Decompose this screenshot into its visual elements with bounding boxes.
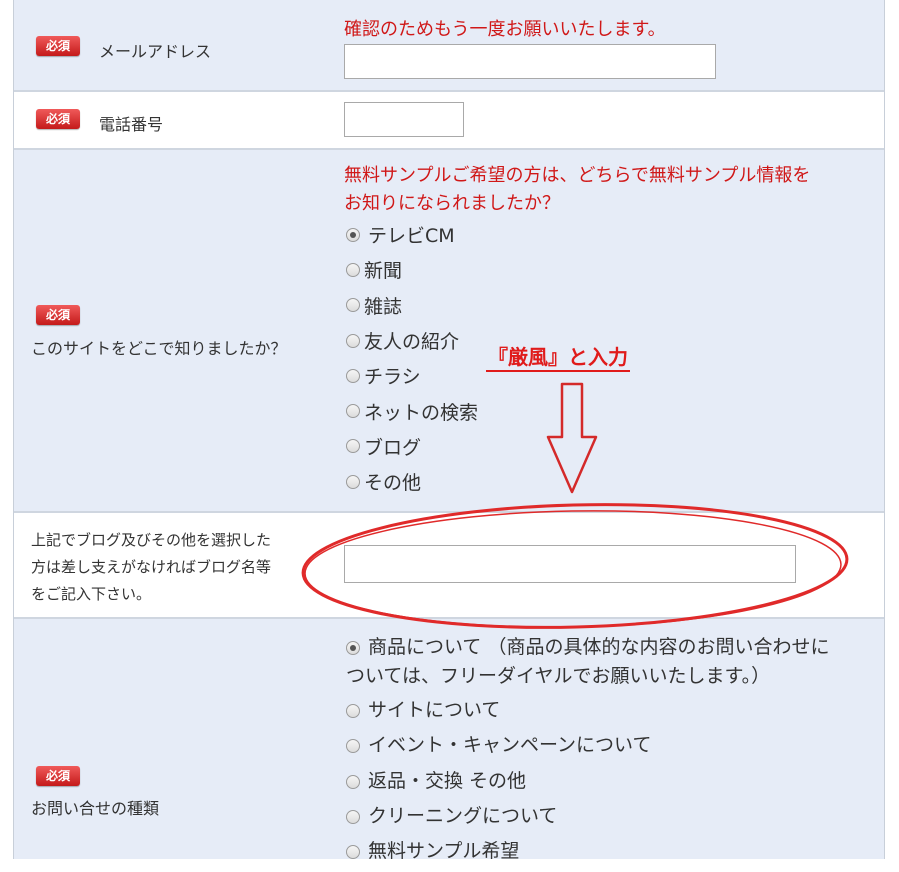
source-note-line2: お知りになられましたか？ [344,193,560,214]
source-option-label: 雑誌 [364,295,403,318]
source-note-line1: 無料サンプルご希望の方は、どちらで無料サンプル情報を [344,165,811,186]
source-option-flyer[interactable]: チラシ [346,358,478,393]
inquiry-option-label-line: 商品について （商品の具体的な内容のお問い合わせに [368,636,830,658]
annotation-label: 『厳風』と入力 [486,344,630,372]
inquiry-option-free-sample[interactable]: 無料サンプル希望 [346,837,829,872]
required-badge: 必須 [36,766,80,786]
inquiry-radio-group: 商品について （商品の具体的な内容のお問い合わせに ついては、フリーダイヤルでお… [346,633,829,872]
source-label: このサイトをどこで知りましたか？ [31,339,287,358]
source-option-label: ブログ [364,436,422,459]
source-option-label: 新聞 [364,260,403,283]
source-option-label: テレビCM [368,225,455,248]
blog-label-line: 上記でブログ及びその他を選択した [31,531,272,549]
source-option-other[interactable]: その他 [346,464,478,499]
blog-row: 上記でブログ及びその他を選択した 方は差し支えがなければブログ名等 をご記入下さ… [14,513,884,619]
radio-selected-icon[interactable] [346,227,360,242]
inquiry-option-return[interactable]: 返品・交換 その他 [346,767,829,802]
source-radio-group: テレビCM 新聞 雑誌 友人の紹介 チラシ ネットの検索 ブログ その他 [346,217,478,499]
radio-icon[interactable] [346,404,360,419]
source-option-label: ネットの検索 [364,401,479,424]
radio-icon[interactable] [346,298,360,313]
radio-icon[interactable] [346,739,360,754]
inquiry-option-label: 返品・交換 その他 [368,769,527,792]
inquiry-option-label: サイトについて [368,699,501,721]
source-option-friend[interactable]: 友人の紹介 [346,323,478,358]
inquiry-option-label: 無料サンプル希望 [368,840,520,863]
source-option-magazine[interactable]: 雑誌 [346,288,478,323]
radio-icon[interactable] [346,368,360,383]
inquiry-option-site[interactable]: サイトについて [346,696,829,731]
email-row: 必須 メールアドレス 確認のためもう一度お願いいたします。 [14,0,884,92]
inquiry-option-event[interactable]: イベント・キャンペーンについて [346,731,829,766]
email-label: メールアドレス [99,42,212,61]
contact-form: 必須 メールアドレス 確認のためもう一度お願いいたします。 必須 電話番号 必須… [13,0,885,862]
radio-icon[interactable] [346,774,360,789]
radio-icon[interactable] [346,809,360,824]
source-row: 必須 このサイトをどこで知りましたか？ 無料サンプルご希望の方は、どちらで無料サ… [14,150,884,513]
radio-icon[interactable] [346,474,360,489]
inquiry-row: 必須 お問い合せの種類 商品について （商品の具体的な内容のお問い合わせに つい… [14,619,884,862]
blog-label-line: をご記入下さい。 [31,585,152,603]
inquiry-option-label: クリーニングについて [368,804,558,827]
radio-selected-icon[interactable] [346,641,360,655]
required-badge: 必須 [36,36,80,56]
inquiry-option-label-line: ついては、フリーダイヤルでお願いいたします。） [346,665,771,687]
source-option-label: 友人の紹介 [364,331,460,354]
source-option-newspaper[interactable]: 新聞 [346,252,478,287]
blog-label: 上記でブログ及びその他を選択した 方は差し支えがなければブログ名等 をご記入下さ… [31,527,271,608]
inquiry-label: お問い合せの種類 [31,799,160,818]
source-option-label: その他 [364,472,422,495]
blog-label-line: 方は差し支えがなければブログ名等 [31,558,272,576]
phone-row: 必須 電話番号 [14,92,884,150]
inquiry-option-label: 商品について （商品の具体的な内容のお問い合わせに ついては、フリーダイヤルでお… [346,633,830,691]
required-badge: 必須 [36,109,80,129]
source-option-label: チラシ [364,366,421,389]
required-badge: 必須 [36,305,80,325]
source-option-blog[interactable]: ブログ [346,429,478,464]
radio-icon[interactable] [346,439,360,454]
email-confirm-input[interactable] [344,44,716,79]
phone-input[interactable] [344,102,464,137]
radio-icon[interactable] [346,704,360,718]
inquiry-option-cleaning[interactable]: クリーニングについて [346,802,829,837]
phone-label: 電話番号 [99,115,164,134]
inquiry-option-label: イベント・キャンペーンについて [368,734,652,757]
blog-name-textarea[interactable] [344,545,796,583]
radio-icon[interactable] [346,262,360,277]
email-note: 確認のためもう一度お願いいたします。 [344,19,666,40]
radio-icon[interactable] [346,845,360,860]
inquiry-option-product[interactable]: 商品について （商品の具体的な内容のお問い合わせに ついては、フリーダイヤルでお… [346,633,829,691]
source-option-tv[interactable]: テレビCM [346,217,478,252]
source-option-web-search[interactable]: ネットの検索 [346,393,478,428]
radio-icon[interactable] [346,333,360,348]
